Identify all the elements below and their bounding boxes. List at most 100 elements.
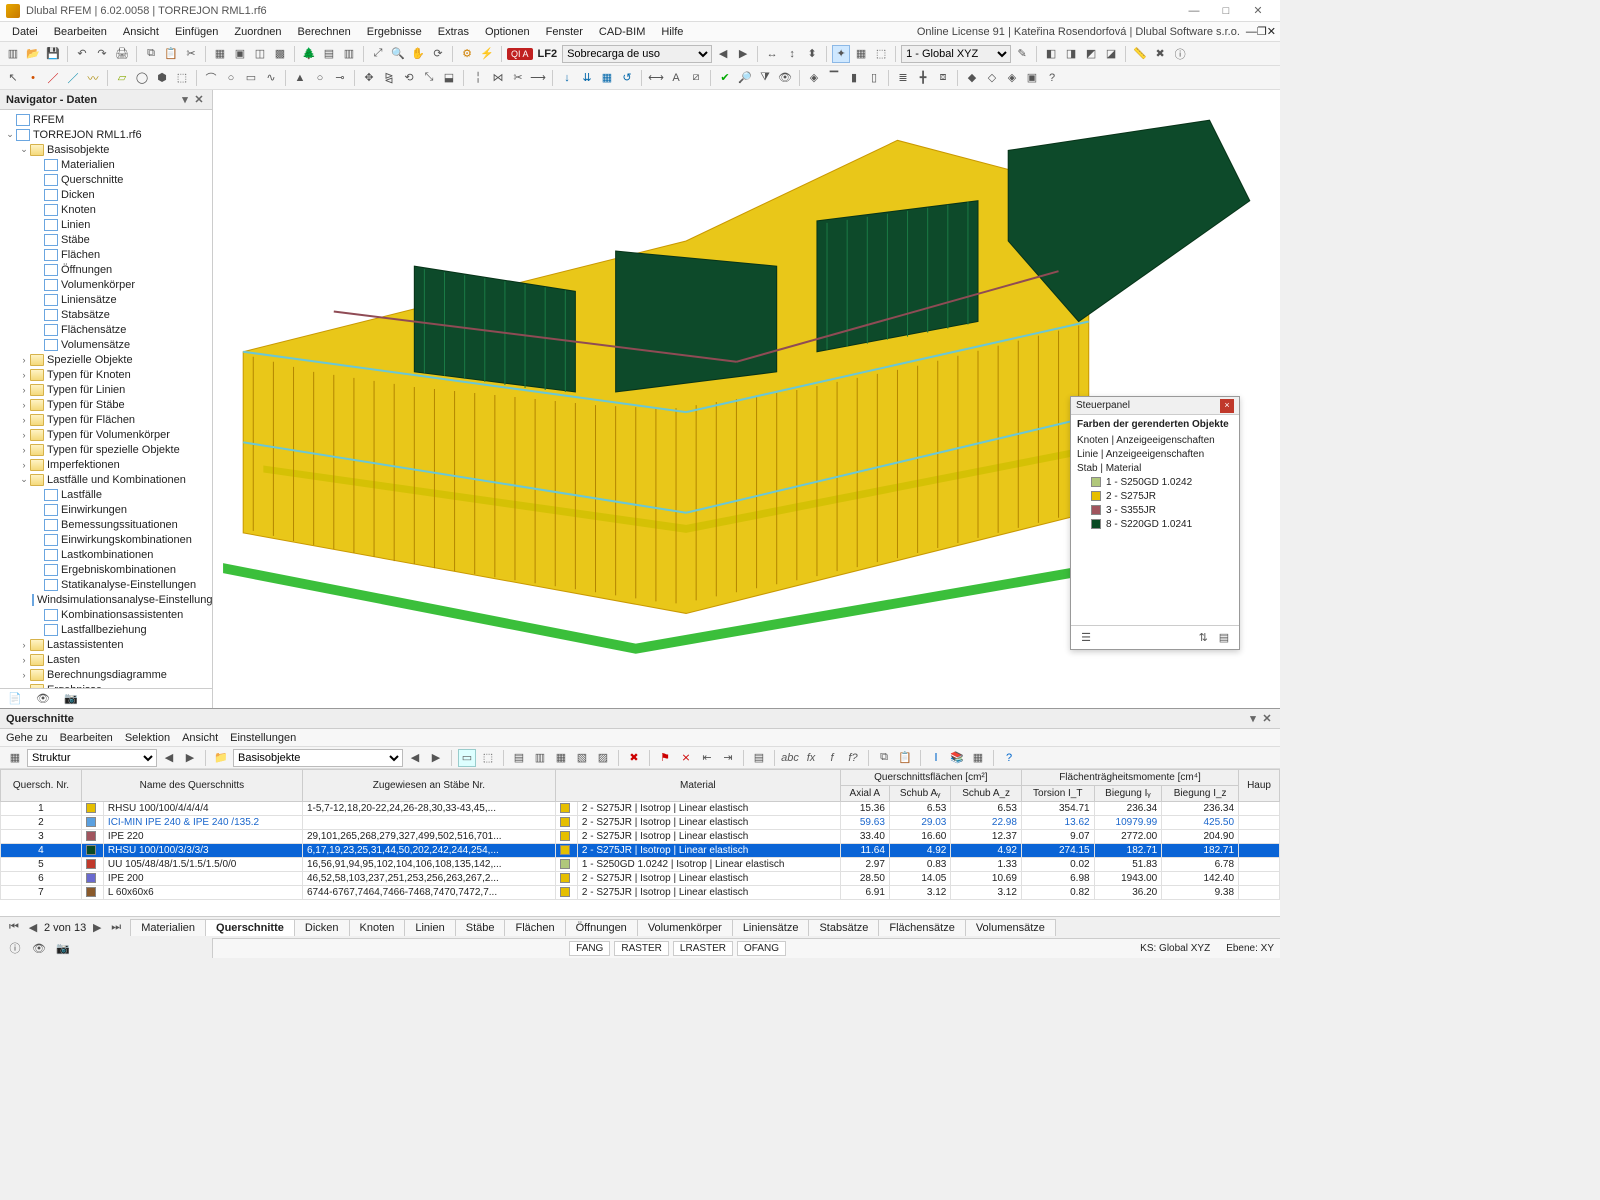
guide-icon[interactable]: ╋ [914, 69, 932, 87]
polyline-icon[interactable]: 〰 [84, 69, 102, 87]
tree-stabsätze[interactable]: Stabsätze [0, 307, 212, 322]
tree-materialien[interactable]: Materialien [0, 157, 212, 172]
menu-fenster[interactable]: Fenster [538, 26, 591, 38]
display-4-icon[interactable]: ◪ [1102, 45, 1120, 63]
footer-tab-liniensätze[interactable]: Liniensätze [732, 919, 810, 936]
bottom-close-icon[interactable]: ✕ [1260, 712, 1274, 725]
extend-icon[interactable]: ⟶ [529, 69, 547, 87]
loadcase-select[interactable]: Sobrecarga de uso [562, 45, 712, 63]
tree-lastfallbeziehung[interactable]: Lastfallbeziehung [0, 622, 212, 637]
grid-icon[interactable]: ▦ [852, 45, 870, 63]
bt-import-icon[interactable]: ⇤ [698, 749, 716, 767]
control-panel-close-icon[interactable]: × [1220, 399, 1234, 413]
opening-icon[interactable]: ◯ [133, 69, 151, 87]
tab-last-icon[interactable]: ⏭ [108, 921, 124, 934]
mdi-close[interactable]: ✕ [1267, 25, 1276, 38]
rect-icon[interactable]: ▭ [242, 69, 260, 87]
axis-y-icon[interactable]: ↕ [783, 45, 801, 63]
view-wire-icon[interactable]: ▦ [211, 45, 229, 63]
paste-icon[interactable]: 📋 [162, 45, 180, 63]
bp-menu-ansicht[interactable]: Ansicht [182, 732, 218, 744]
trim-icon[interactable]: ✂ [509, 69, 527, 87]
table-row[interactable]: 1RHSU 100/100/4/4/4/41-5,7-12,18,20-22,2… [1, 802, 1280, 816]
tree-flächensätze[interactable]: Flächensätze [0, 322, 212, 337]
select-icon[interactable]: ↖ [4, 69, 22, 87]
footer-tab-dicken[interactable]: Dicken [294, 919, 350, 936]
sb-toggle-lraster[interactable]: LRASTER [673, 941, 733, 956]
tree-flächen[interactable]: Flächen [0, 247, 212, 262]
footer-tab-flächen[interactable]: Flächen [504, 919, 565, 936]
tree-querschnitte[interactable]: Querschnitte [0, 172, 212, 187]
sp-row[interactable]: Linie | Anzeigeeigenschaften [1077, 447, 1233, 461]
menu-bearbeiten[interactable]: Bearbeiten [46, 26, 115, 38]
table-row[interactable]: 6IPE 20046,52,58,103,237,251,253,256,263… [1, 872, 1280, 886]
menu-ansicht[interactable]: Ansicht [115, 26, 167, 38]
table-row[interactable]: 2ICI-MIN IPE 240 & IPE 240 /135.22 - S27… [1, 816, 1280, 830]
footer-tab-querschnitte[interactable]: Querschnitte [205, 919, 295, 936]
bt-copy-icon[interactable]: ⧉ [875, 749, 893, 767]
tree-typen-für-volumenkörper[interactable]: ›Typen für Volumenkörper [0, 427, 212, 442]
basis-icon[interactable]: 📁 [212, 749, 230, 767]
cs-edit-icon[interactable]: ✎ [1013, 45, 1031, 63]
layer-icon[interactable]: ≣ [894, 69, 912, 87]
tree-typen-für-knoten[interactable]: ›Typen für Knoten [0, 367, 212, 382]
tree-dicken[interactable]: Dicken [0, 187, 212, 202]
copy-icon[interactable]: ⧉ [142, 45, 160, 63]
hinge-icon[interactable]: ○ [311, 69, 329, 87]
menu-extras[interactable]: Extras [430, 26, 477, 38]
menu-einfügen[interactable]: Einfügen [167, 26, 226, 38]
tree-liniensätze[interactable]: Liniensätze [0, 292, 212, 307]
control-panel[interactable]: Steuerpanel × Farben der gerenderten Obj… [1070, 396, 1240, 650]
load-node-icon[interactable]: ↓ [558, 69, 576, 87]
footer-tab-knoten[interactable]: Knoten [349, 919, 406, 936]
sp-material[interactable]: 3 - S355JR [1077, 503, 1233, 517]
surface-icon[interactable]: ▱ [113, 69, 131, 87]
divide-icon[interactable]: ╎ [469, 69, 487, 87]
undo-icon[interactable]: ↶ [73, 45, 91, 63]
dimen-icon[interactable]: ⟷ [647, 69, 665, 87]
bt-row-b-icon[interactable]: ▥ [531, 749, 549, 767]
navigator-tree[interactable]: RFEM⌄TORREJON RML1.rf6⌄BasisobjekteMater… [0, 110, 212, 688]
cut-icon[interactable]: ✂ [182, 45, 200, 63]
tree-ergebniskombinationen[interactable]: Ergebniskombinationen [0, 562, 212, 577]
clip-icon[interactable]: ⧈ [934, 69, 952, 87]
sb-eye-icon[interactable]: 👁 [30, 939, 48, 957]
table-row[interactable]: 4RHSU 100/100/3/3/3/36,17,19,23,25,31,44… [1, 844, 1280, 858]
menu-berechnen[interactable]: Berechnen [290, 26, 359, 38]
view-trans-icon[interactable]: ◫ [251, 45, 269, 63]
visibility-icon[interactable]: 👁 [776, 69, 794, 87]
tab-prev-icon[interactable]: ◀ [25, 921, 41, 934]
bt-clear-icon[interactable]: ⨯ [677, 749, 695, 767]
measure-icon[interactable]: 📏 [1131, 45, 1149, 63]
member-icon[interactable]: ／ [64, 69, 82, 87]
bt-row-c-icon[interactable]: ▦ [552, 749, 570, 767]
support-icon[interactable]: ▲ [291, 69, 309, 87]
footer-tab-volumensätze[interactable]: Volumensätze [965, 919, 1056, 936]
info-icon[interactable]: ⓘ [1171, 45, 1189, 63]
bt-next-icon[interactable]: ▶ [181, 749, 199, 767]
delete-icon[interactable]: ✖ [1151, 45, 1169, 63]
bp-menu-selektion[interactable]: Selektion [125, 732, 170, 744]
tree-typen-für-stäbe[interactable]: ›Typen für Stäbe [0, 397, 212, 412]
tree-typen-für-flächen[interactable]: ›Typen für Flächen [0, 412, 212, 427]
zoom-fit-icon[interactable]: ⤢ [369, 45, 387, 63]
save-icon[interactable]: 💾 [44, 45, 62, 63]
redo-icon[interactable]: ↷ [93, 45, 111, 63]
bt-row-a-icon[interactable]: ▤ [510, 749, 528, 767]
tree-spezielle-objekte[interactable]: ›Spezielle Objekte [0, 352, 212, 367]
coord-system-select[interactable]: 1 - Global XYZ [901, 45, 1011, 63]
view-shade-icon[interactable]: ▩ [271, 45, 289, 63]
table-row[interactable]: 5UU 105/48/48/1.5/1.5/1.5/0/016,56,91,94… [1, 858, 1280, 872]
bt-list-icon[interactable]: ▤ [750, 749, 768, 767]
sp-row[interactable]: Stab | Material [1077, 461, 1233, 475]
misc-d-icon[interactable]: ▣ [1023, 69, 1041, 87]
sp-material[interactable]: 2 - S275JR [1077, 489, 1233, 503]
bt-row-e-icon[interactable]: ▨ [594, 749, 612, 767]
view-side-icon[interactable]: ▯ [865, 69, 883, 87]
bt-help-icon[interactable]: ? [1000, 749, 1018, 767]
bp-menu-einstellungen[interactable]: Einstellungen [230, 732, 296, 744]
move-icon[interactable]: ✥ [360, 69, 378, 87]
tab-next-icon[interactable]: ▶ [89, 921, 105, 934]
bp-menu-gehe zu[interactable]: Gehe zu [6, 732, 48, 744]
tree-öffnungen[interactable]: Öffnungen [0, 262, 212, 277]
